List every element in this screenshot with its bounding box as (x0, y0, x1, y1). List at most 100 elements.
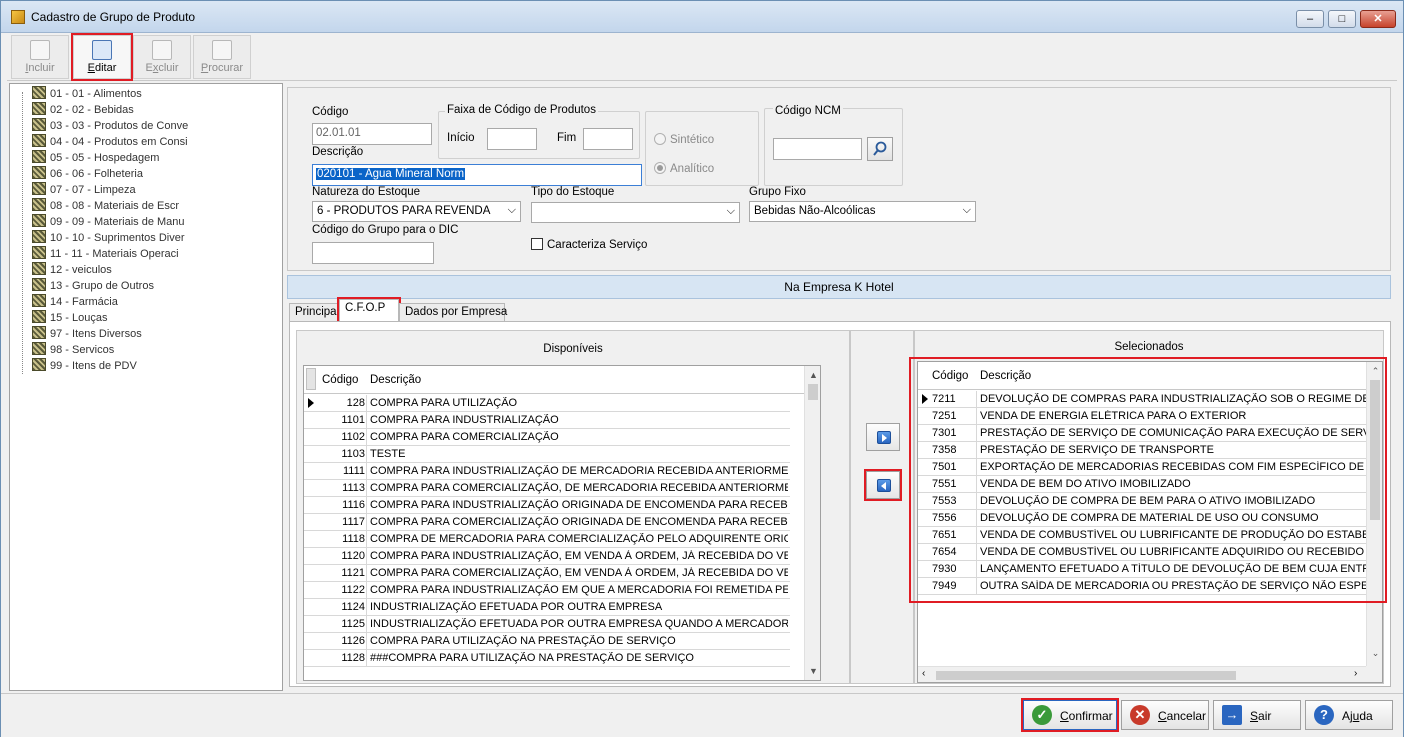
table-row[interactable]: 7949 OUTRA SAÍDA DE MERCADORIA OU PRESTAÇ… (918, 578, 1366, 595)
ncm-search-button[interactable] (867, 137, 893, 161)
table-row[interactable]: 7501 EXPORTAÇÃO DE MERCADORIAS RECEBIDAS … (918, 459, 1366, 476)
transfer-pane (850, 330, 914, 684)
table-row[interactable]: 1102 COMPRA PARA COMERCIALIZAÇÃO (304, 429, 790, 446)
tree-item[interactable]: 12 - veiculos (32, 262, 112, 278)
caracteriza-servico-checkbox[interactable]: Caracteriza Serviço (531, 238, 647, 251)
tree-item[interactable]: 15 - Louças (32, 310, 107, 326)
table-row[interactable]: 7651 VENDA DE COMBUSTÍVEL OU LUBRIFICANTE… (918, 527, 1366, 544)
scroll-up-icon[interactable]: ▲ (805, 370, 820, 380)
table-row[interactable]: 7551 VENDA DE BEM DO ATIVO IMOBILIZADO (918, 476, 1366, 493)
tree-item[interactable]: 08 - 08 - Materiais de Escr (32, 198, 179, 214)
disponiveis-grid[interactable]: Código Descrição 128 COMPRA PARA UTILIZAÇ… (303, 365, 821, 681)
confirmar-button[interactable]: ✓ Confirmar (1021, 698, 1119, 732)
codigo-field[interactable]: 02.01.01 (312, 123, 432, 145)
maximize-button[interactable]: □ (1328, 10, 1356, 28)
selecionados-vscroll[interactable]: ⌃ ⌄ (1366, 362, 1382, 666)
table-row[interactable]: 7301 PRESTAÇÃO DE SERVIÇO DE COMUNICAÇÃO … (918, 425, 1366, 442)
sintetico-radio[interactable]: Sintético (654, 133, 714, 146)
descricao-field[interactable]: 020101 - Agua Mineral Norm (312, 164, 642, 186)
col-codigo[interactable]: Código (322, 374, 358, 386)
tree-item[interactable]: 06 - 06 - Folheteria (32, 166, 143, 182)
table-row[interactable]: 7211 DEVOLUÇÃO DE COMPRAS PARA INDUSTRIAL… (918, 391, 1366, 408)
table-row[interactable]: 7553 DEVOLUÇÃO DE COMPRA DE BEM PARA O AT… (918, 493, 1366, 510)
table-row[interactable]: 1125 INDUSTRIALIZAÇÃO EFETUADA POR OUTRA … (304, 616, 790, 633)
natureza-select[interactable]: 6 - PRODUTOS PARA REVENDA ⌵ (312, 201, 521, 222)
table-row[interactable]: 1124 INDUSTRIALIZAÇÃO EFETUADA POR OUTRA … (304, 599, 790, 616)
minimize-button[interactable]: – (1296, 10, 1324, 28)
table-row[interactable]: 7654 VENDA DE COMBUSTÍVEL OU LUBRIFICANTE… (918, 544, 1366, 561)
excluir-button[interactable]: Excluir (133, 35, 191, 79)
group-tree[interactable]: 01 - 01 - Alimentos 02 - 02 - Bebidas 03 -… (9, 83, 283, 691)
table-row[interactable]: 1101 COMPRA PARA INDUSTRIALIZAÇÃO (304, 412, 790, 429)
table-row[interactable]: 128 COMPRA PARA UTILIZAÇÃO (304, 395, 790, 412)
dic-field[interactable] (312, 242, 434, 264)
tree-item[interactable]: 03 - 03 - Produtos de Conve (32, 118, 188, 134)
selecionados-grid[interactable]: Código Descrição 7211 DEVOLUÇÃO DE COMPRA… (917, 361, 1383, 683)
tree-item[interactable]: 04 - 04 - Produtos em Consi (32, 134, 188, 150)
tree-item[interactable]: 13 - Grupo de Outros (32, 278, 154, 294)
procurar-button[interactable]: Procurar (193, 35, 251, 79)
tipo-estoque-select[interactable]: ⌵ (531, 202, 740, 223)
inicio-field[interactable] (487, 128, 537, 150)
tree-item[interactable]: 97 - Itens Diversos (32, 326, 142, 342)
tree-item[interactable]: 10 - 10 - Suprimentos Diver (32, 230, 185, 246)
col-codigo[interactable]: Código (932, 370, 968, 382)
table-row[interactable]: 7930 LANÇAMENTO EFETUADO A TÍTULO DE DEVO… (918, 561, 1366, 578)
table-row[interactable]: 1126 COMPRA PARA UTILIZAÇÃO NA PRESTAÇÃO … (304, 633, 790, 650)
tipo-group: Sintético Analítico (645, 111, 759, 186)
tab-principal[interactable]: Principal (289, 303, 339, 321)
table-row[interactable]: 7358 PRESTAÇÃO DE SERVIÇO DE TRANSPORTE (918, 442, 1366, 459)
table-row[interactable]: 1122 COMPRA PARA INDUSTRIALIZAÇÃO EM QUE … (304, 582, 790, 599)
scroll-down-icon[interactable]: ⌄ (1367, 648, 1382, 659)
tree-item[interactable]: 02 - 02 - Bebidas (32, 102, 134, 118)
table-row[interactable]: 1118 COMPRA DE MERCADORIA PARA COMERCIALI… (304, 531, 790, 548)
scroll-up-icon[interactable]: ⌃ (1367, 366, 1382, 377)
table-row[interactable]: 1121 COMPRA PARA COMERCIALIZAÇÃO, EM VEND… (304, 565, 790, 582)
tree-item[interactable]: 14 - Farmácia (32, 294, 118, 310)
selecionados-hscroll[interactable]: ‹ › (918, 666, 1366, 682)
ncm-field[interactable] (773, 138, 862, 160)
tree-item[interactable]: 01 - 01 - Alimentos (32, 86, 142, 102)
table-row[interactable]: 1111 COMPRA PARA INDUSTRIALIZAÇÃO DE MERC… (304, 463, 790, 480)
table-row[interactable]: 7556 DEVOLUÇÃO DE COMPRA DE MATERIAL DE U… (918, 510, 1366, 527)
scroll-down-icon[interactable]: ▼ (805, 666, 820, 676)
tab-dados-por-empresa[interactable]: Dados por Empresa (399, 303, 507, 321)
add-selected-button[interactable] (866, 423, 900, 451)
incluir-button[interactable]: Incluir (11, 35, 69, 79)
table-row[interactable]: 1128 ###COMPRA PARA UTILIZAÇÃO NA PRESTAÇ… (304, 650, 790, 667)
editar-button[interactable]: Editar (71, 33, 133, 81)
cell-codigo: 7553 (932, 495, 957, 507)
scroll-thumb[interactable] (1370, 380, 1380, 520)
col-descricao[interactable]: Descrição (980, 370, 1031, 382)
col-descricao[interactable]: Descrição (370, 374, 421, 386)
tree-item[interactable]: 98 - Servicos (32, 342, 114, 358)
disponiveis-vscroll[interactable]: ▲ ▼ (804, 366, 820, 680)
table-row[interactable]: 1120 COMPRA PARA INDUSTRIALIZAÇÃO, EM VEN… (304, 548, 790, 565)
column-divider (976, 544, 977, 561)
table-row[interactable]: 1117 COMPRA PARA COMERCIALIZAÇÃO ORIGINAD… (304, 514, 790, 531)
tree-item[interactable]: 07 - 07 - Limpeza (32, 182, 136, 198)
remove-selected-button[interactable] (864, 469, 902, 501)
tab-cfop[interactable]: C.F.O.P (337, 297, 401, 323)
analitico-radio[interactable]: Analítico (654, 162, 714, 175)
hscroll-thumb[interactable] (936, 671, 1236, 680)
fim-field[interactable] (583, 128, 633, 150)
sair-button[interactable]: → Sair (1213, 700, 1301, 730)
ajuda-button[interactable]: ? Ajuda (1305, 700, 1393, 730)
scroll-right-icon[interactable]: › (1354, 668, 1357, 679)
scroll-thumb[interactable] (808, 384, 818, 400)
tree-item[interactable]: 11 - 11 - Materiais Operaci (32, 246, 179, 262)
confirmar-label: Confirmar (1060, 709, 1113, 723)
table-row[interactable]: 1103 TESTE (304, 446, 790, 463)
tree-item[interactable]: 09 - 09 - Materiais de Manu (32, 214, 185, 230)
tree-item[interactable]: 05 - 05 - Hospedagem (32, 150, 159, 166)
table-row[interactable]: 1113 COMPRA PARA COMERCIALIZAÇÃO, DE MERC… (304, 480, 790, 497)
column-divider (976, 391, 977, 408)
tree-item[interactable]: 99 - Itens de PDV (32, 358, 137, 374)
grupo-fixo-select[interactable]: Bebidas Não-Alcoólicas ⌵ (749, 201, 976, 222)
cancelar-button[interactable]: ✕ Cancelar (1121, 700, 1209, 730)
table-row[interactable]: 7251 VENDA DE ENERGIA ELÉTRICA PARA O EXT… (918, 408, 1366, 425)
scroll-left-icon[interactable]: ‹ (922, 668, 925, 679)
close-button[interactable]: ✕ (1360, 10, 1396, 28)
table-row[interactable]: 1116 COMPRA PARA INDUSTRIALIZAÇÃO ORIGINA… (304, 497, 790, 514)
